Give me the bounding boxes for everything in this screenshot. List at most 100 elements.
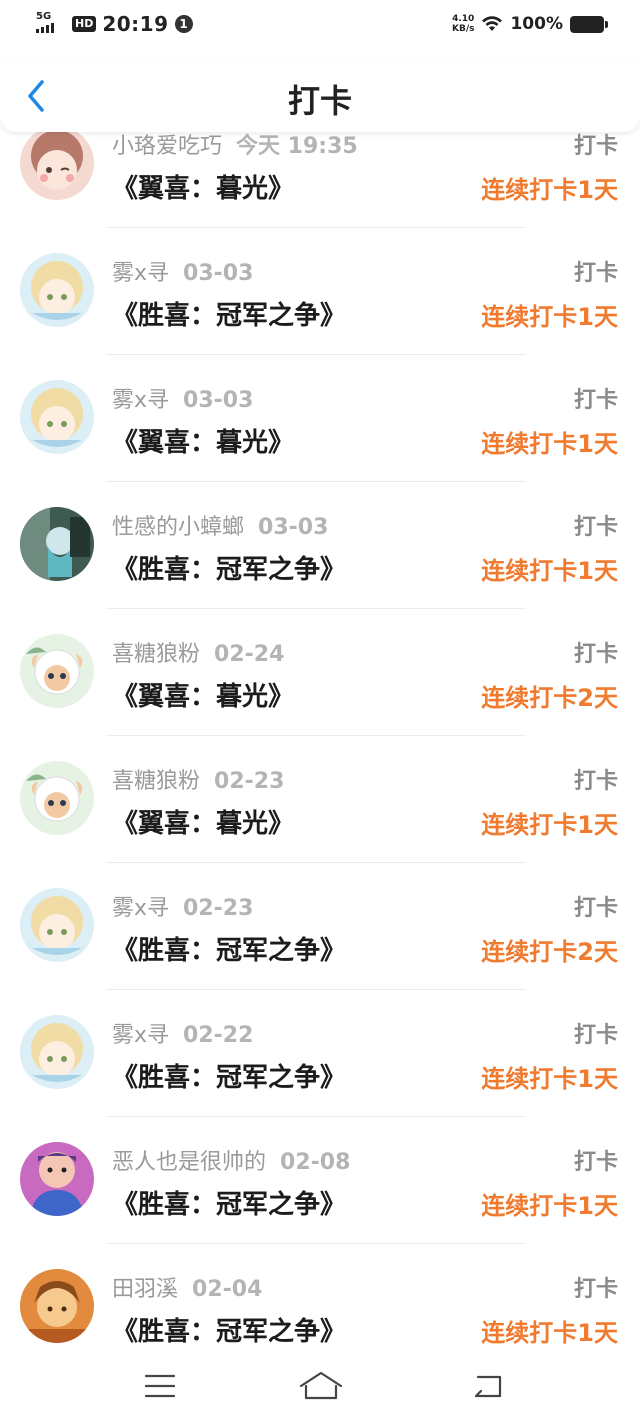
username[interactable]: 雾x寻 xyxy=(112,388,169,413)
list-item[interactable]: 喜糖狼粉 02-24 《翼喜：暮光》 打卡连续打卡2天 xyxy=(0,608,640,736)
book-title[interactable]: 《翼喜：暮光》 xyxy=(112,422,294,459)
action-label: 打卡 xyxy=(573,896,618,921)
status-left: 5G HD 20:19 1 xyxy=(36,12,193,36)
action-label: 打卡 xyxy=(573,1150,618,1175)
avatar[interactable] xyxy=(20,888,94,962)
meta-line: 雾x寻 02-22 xyxy=(112,1017,253,1049)
username[interactable]: 雾x寻 xyxy=(112,261,169,286)
username[interactable]: 田羽溪 xyxy=(112,1277,178,1302)
username[interactable]: 喜糖狼粉 xyxy=(112,769,200,794)
meta-line: 小珞爱吃巧 今天 19:35 xyxy=(112,128,358,160)
streak-label: 连续打卡1天 xyxy=(481,1192,618,1220)
username[interactable]: 小珞爱吃巧 xyxy=(112,134,222,159)
status-right: 4.10 KB/s 100% xyxy=(452,14,608,34)
action-label: 打卡 xyxy=(573,388,618,413)
meta-line: 恶人也是很帅的 02-08 xyxy=(112,1144,350,1176)
action-label: 打卡 xyxy=(573,642,618,667)
streak-label: 连续打卡1天 xyxy=(481,176,618,204)
streak-label: 连续打卡1天 xyxy=(481,811,618,839)
action-label: 打卡 xyxy=(573,515,618,540)
avatar[interactable] xyxy=(20,1015,94,1089)
timestamp: 02-08 xyxy=(280,1150,351,1175)
meta-line: 性感的小蟑螂 03-03 xyxy=(112,509,328,541)
notification-badge: 1 xyxy=(174,15,193,33)
book-title[interactable]: 《胜喜：冠军之争》 xyxy=(112,1057,346,1094)
book-title[interactable]: 《胜喜：冠军之争》 xyxy=(112,1184,346,1221)
username[interactable]: 雾x寻 xyxy=(112,1023,169,1048)
list-item[interactable]: 恶人也是很帅的 02-08 《胜喜：冠军之争》 打卡连续打卡1天 xyxy=(0,1116,640,1244)
avatar[interactable] xyxy=(20,1269,94,1343)
timestamp: 今天 19:35 xyxy=(236,134,358,159)
book-title[interactable]: 《翼喜：暮光》 xyxy=(112,803,294,840)
action-label: 打卡 xyxy=(573,1023,618,1048)
timestamp: 03-03 xyxy=(258,515,329,540)
avatar[interactable] xyxy=(20,380,94,454)
meta-line: 雾x寻 03-03 xyxy=(112,255,253,287)
action-label: 打卡 xyxy=(573,1277,618,1302)
list-item[interactable]: 雾x寻 02-22 《胜喜：冠军之争》 打卡连续打卡1天 xyxy=(0,989,640,1117)
back-nav-button[interactable] xyxy=(468,1368,508,1404)
streak-label: 连续打卡1天 xyxy=(481,430,618,458)
meta-line: 雾x寻 02-23 xyxy=(112,890,253,922)
home-icon xyxy=(299,1371,343,1400)
timestamp: 03-03 xyxy=(183,388,254,413)
streak-label: 连续打卡1天 xyxy=(481,557,618,585)
page-title: 打卡 xyxy=(287,82,352,120)
avatar[interactable] xyxy=(20,634,94,708)
avatar[interactable] xyxy=(20,126,94,200)
speed-unit: KB/s xyxy=(451,24,475,34)
network-speed: 4.10 KB/s xyxy=(452,14,474,34)
username[interactable]: 性感的小蟑螂 xyxy=(112,515,244,540)
username[interactable]: 雾x寻 xyxy=(112,896,169,921)
streak-label: 连续打卡2天 xyxy=(481,938,618,966)
meta-line: 雾x寻 03-03 xyxy=(112,382,253,414)
timestamp: 02-24 xyxy=(214,642,285,667)
list-item[interactable]: 雾x寻 02-23 《胜喜：冠军之争》 打卡连续打卡2天 xyxy=(0,862,640,990)
username[interactable]: 恶人也是很帅的 xyxy=(112,1150,266,1175)
streak-label: 连续打卡2天 xyxy=(481,684,618,712)
menu-icon xyxy=(144,1374,176,1398)
header: 打卡 xyxy=(0,60,640,132)
avatar[interactable] xyxy=(20,253,94,327)
avatar[interactable] xyxy=(20,507,94,581)
streak-label: 连续打卡1天 xyxy=(481,1319,618,1347)
book-title[interactable]: 《胜喜：冠军之争》 xyxy=(112,295,346,332)
timestamp: 02-04 xyxy=(192,1277,263,1302)
meta-line: 田羽溪 02-04 xyxy=(112,1271,262,1303)
action-label: 打卡 xyxy=(573,769,618,794)
book-title[interactable]: 《翼喜：暮光》 xyxy=(112,168,294,205)
battery-percent: 100% xyxy=(510,14,563,34)
action-label: 打卡 xyxy=(573,134,618,159)
hd-badge: HD xyxy=(72,16,97,32)
signal-icon: 5G xyxy=(36,12,66,36)
streak-label: 连续打卡1天 xyxy=(481,303,618,331)
book-title[interactable]: 《胜喜：冠军之争》 xyxy=(112,549,346,586)
status-bar: 5G HD 20:19 1 4.10 KB/s 100% xyxy=(0,0,640,52)
battery-icon xyxy=(570,15,608,33)
meta-line: 喜糖狼粉 02-24 xyxy=(112,636,284,668)
streak-label: 连续打卡1天 xyxy=(481,1065,618,1093)
timestamp: 02-22 xyxy=(183,1023,254,1048)
book-title[interactable]: 《胜喜：冠军之争》 xyxy=(112,930,346,967)
timestamp: 03-03 xyxy=(183,261,254,286)
back-icon xyxy=(474,1375,502,1398)
list-item[interactable]: 雾x寻 03-03 《胜喜：冠军之争》 打卡 连续打卡1天 xyxy=(0,227,640,355)
list-item[interactable]: 喜糖狼粉 02-23 《翼喜：暮光》 打卡连续打卡1天 xyxy=(0,735,640,863)
timestamp: 02-23 xyxy=(214,769,285,794)
speed-value: 4.10 xyxy=(452,14,475,24)
meta-line: 喜糖狼粉 02-23 xyxy=(112,763,284,795)
avatar[interactable] xyxy=(20,761,94,835)
list-item[interactable]: 雾x寻 03-03 《翼喜：暮光》 打卡连续打卡1天 xyxy=(0,354,640,482)
book-title[interactable]: 《胜喜：冠军之争》 xyxy=(112,1311,346,1348)
wifi-icon xyxy=(482,16,503,31)
system-nav-bar xyxy=(0,1352,640,1422)
book-title[interactable]: 《翼喜：暮光》 xyxy=(112,676,294,713)
username[interactable]: 喜糖狼粉 xyxy=(112,642,200,667)
avatar[interactable] xyxy=(20,1142,94,1216)
list-item[interactable]: 性感的小蟑螂 03-03 《胜喜：冠军之争》 打卡连续打卡1天 xyxy=(0,481,640,609)
clock: 20:19 xyxy=(102,12,169,36)
home-button[interactable] xyxy=(298,1368,344,1404)
list-item[interactable]: 田羽溪 02-04 《胜喜：冠军之争》 打卡连续打卡1天 xyxy=(0,1243,640,1371)
menu-button[interactable] xyxy=(140,1368,180,1404)
network-type: 5G xyxy=(36,11,52,22)
